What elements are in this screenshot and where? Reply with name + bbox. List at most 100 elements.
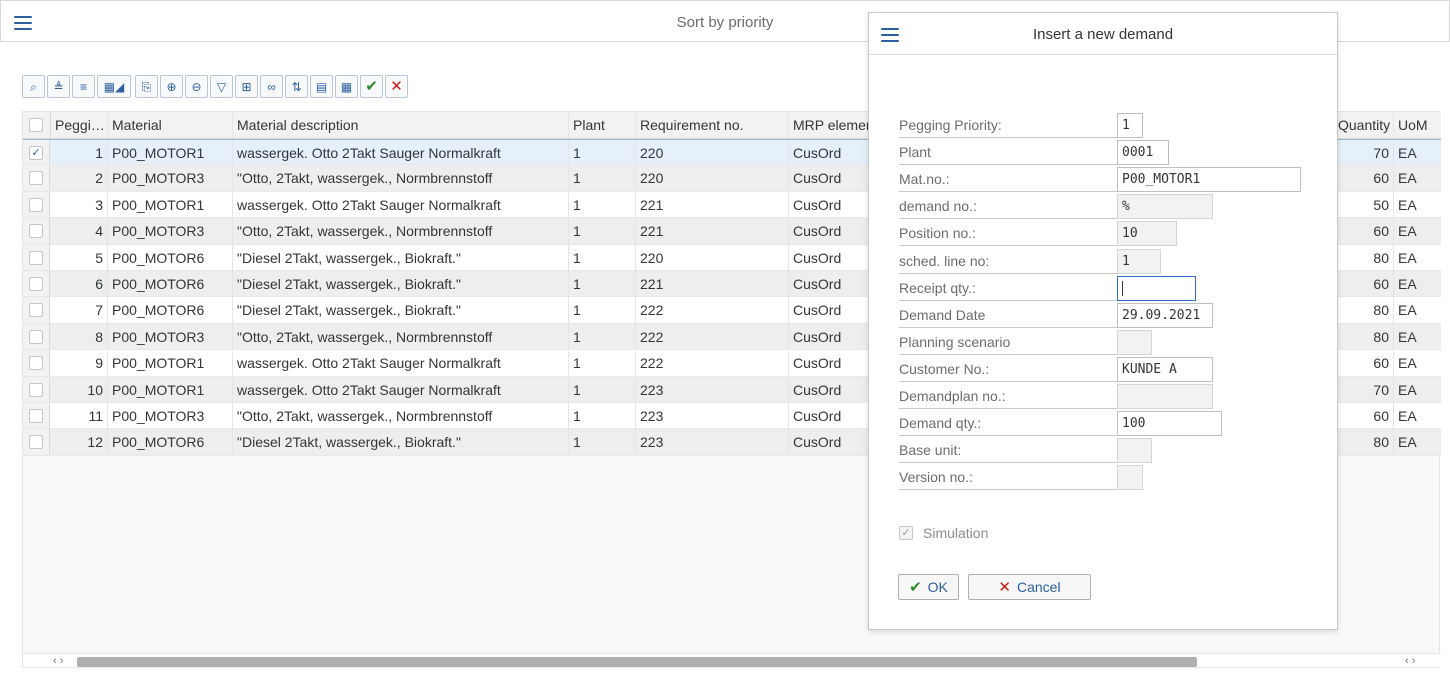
- row-select-cell[interactable]: [23, 350, 50, 376]
- sort-order-icon[interactable]: ⇅: [285, 75, 308, 98]
- row-checkbox[interactable]: [29, 435, 43, 450]
- pegging-priority-label: Pegging Priority:: [899, 113, 1117, 138]
- row-select-cell[interactable]: [23, 191, 50, 218]
- sort-descending-icon[interactable]: ≡: [72, 75, 95, 98]
- pegging-priority-field[interactable]: 1: [1117, 113, 1143, 138]
- dialog-title: Insert a new demand: [1032, 26, 1174, 43]
- col-header-plant[interactable]: Plant: [569, 112, 636, 139]
- copy-icon[interactable]: ⎘: [135, 75, 158, 98]
- row-select-cell[interactable]: [23, 271, 50, 297]
- cell-quantity: 50: [1334, 191, 1394, 218]
- cell-requirement: 221: [636, 191, 789, 218]
- col-header-quantity[interactable]: Quantity: [1334, 112, 1394, 139]
- accept-icon[interactable]: ✔: [360, 75, 383, 98]
- row-checkbox[interactable]: [29, 224, 43, 239]
- cell-quantity: 60: [1334, 403, 1394, 429]
- row-select-cell[interactable]: [23, 165, 50, 191]
- col-header-description[interactable]: Material description: [233, 112, 569, 139]
- demandplan-no-label: Demandplan no.:: [899, 384, 1117, 409]
- col-header-uom[interactable]: UoM: [1394, 112, 1440, 139]
- collapse-all-icon[interactable]: ⊖: [185, 75, 208, 98]
- zoom-details-icon[interactable]: ⌕: [22, 75, 45, 98]
- cell-plant: 1: [569, 218, 636, 245]
- row-checkbox[interactable]: [29, 409, 43, 423]
- cell-quantity: 80: [1334, 429, 1394, 456]
- cell-requirement: 222: [636, 350, 789, 377]
- demand-no-field: %: [1117, 194, 1213, 220]
- cell-uom: EA: [1398, 381, 1417, 398]
- cell-description: wassergek. Otto 2Takt Sauger Normalkraft: [233, 350, 569, 377]
- cell-requirement: 223: [636, 429, 789, 456]
- row-checkbox[interactable]: ✓: [29, 146, 43, 160]
- col-header-requirement[interactable]: Requirement no.: [636, 112, 789, 139]
- horizontal-scrollbar[interactable]: ‹ › ‹ ›: [23, 653, 1441, 667]
- sched-line-no-row: sched. line no: 1: [899, 248, 1339, 274]
- find-icon[interactable]: ∞: [260, 75, 283, 98]
- col-header-material[interactable]: Material: [108, 112, 233, 139]
- row-checkbox[interactable]: [29, 250, 43, 265]
- row-checkbox[interactable]: [29, 356, 43, 371]
- row-checkbox[interactable]: [29, 277, 43, 291]
- col-header-mrp[interactable]: MRP elemen: [789, 112, 869, 139]
- mat-no-field[interactable]: P00_MOTOR1: [1117, 167, 1301, 193]
- sort-ascending-icon[interactable]: ≜: [47, 75, 70, 98]
- row-select-cell[interactable]: ✓: [23, 140, 50, 165]
- row-select-cell[interactable]: [23, 244, 50, 270]
- columns-icon[interactable]: ▤: [310, 75, 333, 98]
- scroll-left-arrows-icon[interactable]: ‹ ›: [53, 654, 63, 668]
- cancel-button[interactable]: ✕ Cancel: [968, 574, 1091, 600]
- cell-pegging: 11: [51, 403, 108, 429]
- cell-requirement: 223: [636, 403, 789, 429]
- cell-plant: 1: [569, 140, 636, 166]
- row-select-cell[interactable]: [23, 429, 50, 455]
- row-select-cell[interactable]: [23, 297, 50, 323]
- demand-date-field[interactable]: 29.09.2021: [1117, 302, 1213, 328]
- demandplan-no-field: [1117, 384, 1213, 409]
- scroll-thumb[interactable]: [77, 657, 1197, 667]
- expand-all-icon[interactable]: ⊕: [160, 75, 183, 98]
- filter-icon[interactable]: ▽: [210, 75, 233, 98]
- row-select-cell[interactable]: [23, 323, 50, 350]
- row-checkbox[interactable]: [29, 303, 43, 318]
- cell-pegging: 1: [51, 140, 108, 166]
- cell-material: P00_MOTOR6: [108, 244, 233, 271]
- select-all-checkbox[interactable]: [29, 118, 43, 132]
- row-select-cell[interactable]: [23, 403, 50, 429]
- row-checkbox[interactable]: [29, 329, 43, 344]
- col-header-pegging[interactable]: Peggi…: [51, 112, 108, 139]
- cell-material: P00_MOTOR3: [108, 165, 233, 192]
- cell-material: P00_MOTOR1: [108, 140, 233, 166]
- simulation-checkbox[interactable]: ✓: [899, 526, 913, 540]
- row-checkbox[interactable]: [29, 382, 43, 397]
- cell-plant: 1: [569, 403, 636, 429]
- cell-requirement: 222: [636, 323, 789, 350]
- hierarchy-icon[interactable]: ⊞: [235, 75, 258, 98]
- cell-requirement: 220: [636, 140, 789, 166]
- cell-requirement: 222: [636, 297, 789, 324]
- cell-quantity: 80: [1334, 244, 1394, 271]
- receipt-qty-field[interactable]: [1117, 275, 1196, 301]
- scroll-right-arrows-icon[interactable]: ‹ ›: [1405, 654, 1415, 668]
- cell-mrp: CusOrd: [793, 434, 842, 451]
- row-select-cell[interactable]: [23, 376, 50, 402]
- demand-qty-field[interactable]: 100: [1117, 411, 1222, 437]
- select-all-cell[interactable]: [23, 112, 51, 139]
- ok-button-label: OK: [927, 579, 948, 595]
- planning-scenario-label: Planning scenario: [899, 330, 1117, 355]
- reject-icon[interactable]: ✕: [385, 75, 408, 98]
- row-select-cell[interactable]: [23, 218, 50, 244]
- customer-no-field[interactable]: KUNDE A: [1117, 356, 1213, 382]
- row-checkbox[interactable]: [29, 197, 43, 212]
- row-checkbox[interactable]: [29, 171, 43, 186]
- ok-button[interactable]: ✔ OK: [898, 574, 959, 600]
- settings-grid-icon[interactable]: ▦: [335, 75, 358, 98]
- demandplan-no-row: Demandplan no.:: [899, 384, 1339, 409]
- cell-pegging: 8: [51, 323, 108, 350]
- cell-uom: EA: [1398, 170, 1417, 187]
- cell-uom: EA: [1398, 276, 1417, 292]
- plant-field[interactable]: 0001: [1117, 140, 1169, 166]
- cell-quantity: 70: [1334, 376, 1394, 403]
- cell-material: P00_MOTOR1: [108, 191, 233, 218]
- layout-menu-icon[interactable]: ▦◢: [97, 75, 131, 98]
- planning-scenario-row: Planning scenario: [899, 329, 1339, 355]
